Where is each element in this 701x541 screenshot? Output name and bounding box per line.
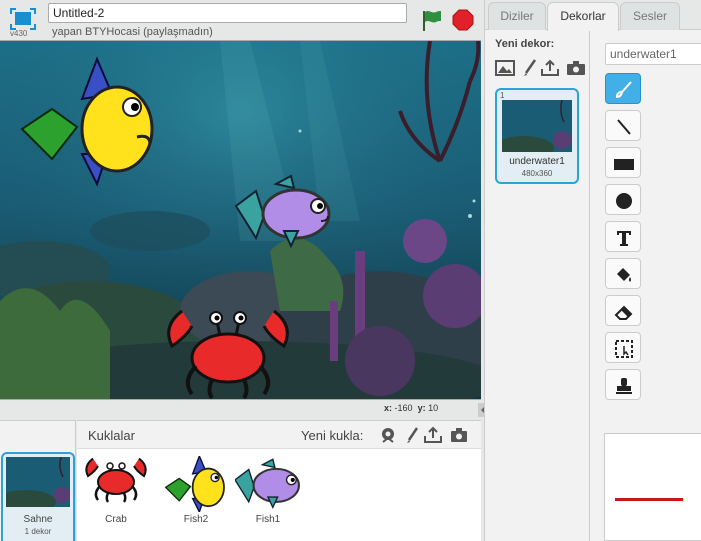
new-sprite-label: Yeni kukla: xyxy=(301,428,364,443)
top-bar: v430 yapan BTYHocasi (paylaşmadın) xyxy=(0,0,484,40)
version-label: v430 xyxy=(10,29,28,38)
text-tool[interactable] xyxy=(605,221,641,252)
paint-editor xyxy=(591,31,701,541)
sprites-title: Kuklalar xyxy=(88,428,135,443)
stage-backdrop-count: 1 dekor xyxy=(24,527,52,536)
stage[interactable] xyxy=(0,40,481,400)
project-title-input[interactable] xyxy=(48,3,407,23)
sprite-fish1[interactable]: Fish1 xyxy=(233,456,303,536)
fish1-thumbnail xyxy=(234,456,301,512)
brush-icon xyxy=(615,81,632,99)
line-icon xyxy=(617,119,631,135)
backdrop-number: 1 xyxy=(500,91,505,100)
sprite-label: Crab xyxy=(105,514,127,525)
fullscreen-icon[interactable] xyxy=(10,8,36,30)
paint-backdrop-icon[interactable] xyxy=(519,59,539,77)
upload-backdrop-icon[interactable] xyxy=(540,59,560,77)
backdrop-library-icon[interactable] xyxy=(495,59,515,77)
eraser-icon xyxy=(614,305,633,320)
backdrop-item[interactable]: 1 underwater1 480x360 xyxy=(495,88,579,184)
sprite-fish2[interactable]: Fish2 xyxy=(161,454,231,536)
tab-bar: Diziler Dekorlar Sesler xyxy=(485,0,701,31)
y-label: y: xyxy=(417,403,426,413)
sprites-header: Kuklalar Yeni kukla: xyxy=(77,421,481,449)
select-icon xyxy=(615,340,633,358)
backdrop-size: 480x360 xyxy=(521,169,553,178)
color-preview-area xyxy=(604,433,701,541)
backdrop-name: underwater1 xyxy=(509,156,565,167)
eraser-tool[interactable] xyxy=(605,295,641,326)
fill-tool[interactable] xyxy=(605,258,641,289)
right-panel: Diziler Dekorlar Sesler Yeni dekor: 1 un… xyxy=(484,0,701,541)
green-flag-icon[interactable] xyxy=(420,8,444,32)
text-icon xyxy=(617,231,631,246)
sprite-label: Fish2 xyxy=(183,514,209,525)
tab-sounds[interactable]: Sesler xyxy=(620,2,680,30)
sprite-crab[interactable]: Crab xyxy=(81,456,151,536)
stamp-icon xyxy=(616,378,632,394)
camera-sprite-icon[interactable] xyxy=(450,426,468,444)
backdrop-thumbnail xyxy=(502,100,572,152)
camera-backdrop-icon[interactable] xyxy=(566,59,586,77)
ellipse-icon xyxy=(616,193,632,209)
stop-icon[interactable] xyxy=(452,9,474,31)
x-label: x: xyxy=(384,403,393,413)
mouse-coordinates: x: -160 y: 10 xyxy=(384,403,438,413)
y-value: 10 xyxy=(428,403,439,413)
rectangle-icon xyxy=(614,159,634,170)
stage-label: Sahne xyxy=(23,514,53,525)
author-line: yapan BTYHocasi (paylaşmadın) xyxy=(52,26,213,38)
fill-icon xyxy=(617,268,631,282)
stage-thumbnail-image xyxy=(6,457,70,507)
stage-pane: Sahne 1 dekor xyxy=(0,420,76,541)
new-backdrop-label: Yeni dekor: xyxy=(495,38,555,50)
stroke-preview xyxy=(615,498,683,501)
costumes-list: Yeni dekor: 1 underwater1 480x360 xyxy=(486,31,590,541)
select-tool[interactable] xyxy=(605,332,641,363)
sprite-label: Fish1 xyxy=(255,514,281,525)
line-tool[interactable] xyxy=(605,110,641,141)
x-value: -160 xyxy=(394,403,413,413)
sprites-pane: Kuklalar Yeni kukla: Crab Fish2 Fish1 xyxy=(77,420,481,541)
crab-thumbnail xyxy=(83,456,149,512)
ellipse-tool[interactable] xyxy=(605,184,641,215)
rectangle-tool[interactable] xyxy=(605,147,641,178)
scratch-editor: v430 yapan BTYHocasi (paylaşmadın) xyxy=(0,0,701,541)
brush-tool[interactable] xyxy=(605,73,641,104)
stage-thumbnail[interactable]: Sahne 1 dekor xyxy=(1,452,75,541)
stamp-tool[interactable] xyxy=(605,369,641,400)
costume-name-input[interactable] xyxy=(605,43,701,65)
sprite-library-icon[interactable] xyxy=(379,426,397,444)
upload-sprite-icon[interactable] xyxy=(424,426,442,444)
tab-costumes[interactable]: Dekorlar xyxy=(547,2,619,31)
fish2-thumbnail xyxy=(163,454,229,514)
tab-scripts[interactable]: Diziler xyxy=(488,2,546,30)
paint-sprite-icon[interactable] xyxy=(403,426,421,444)
